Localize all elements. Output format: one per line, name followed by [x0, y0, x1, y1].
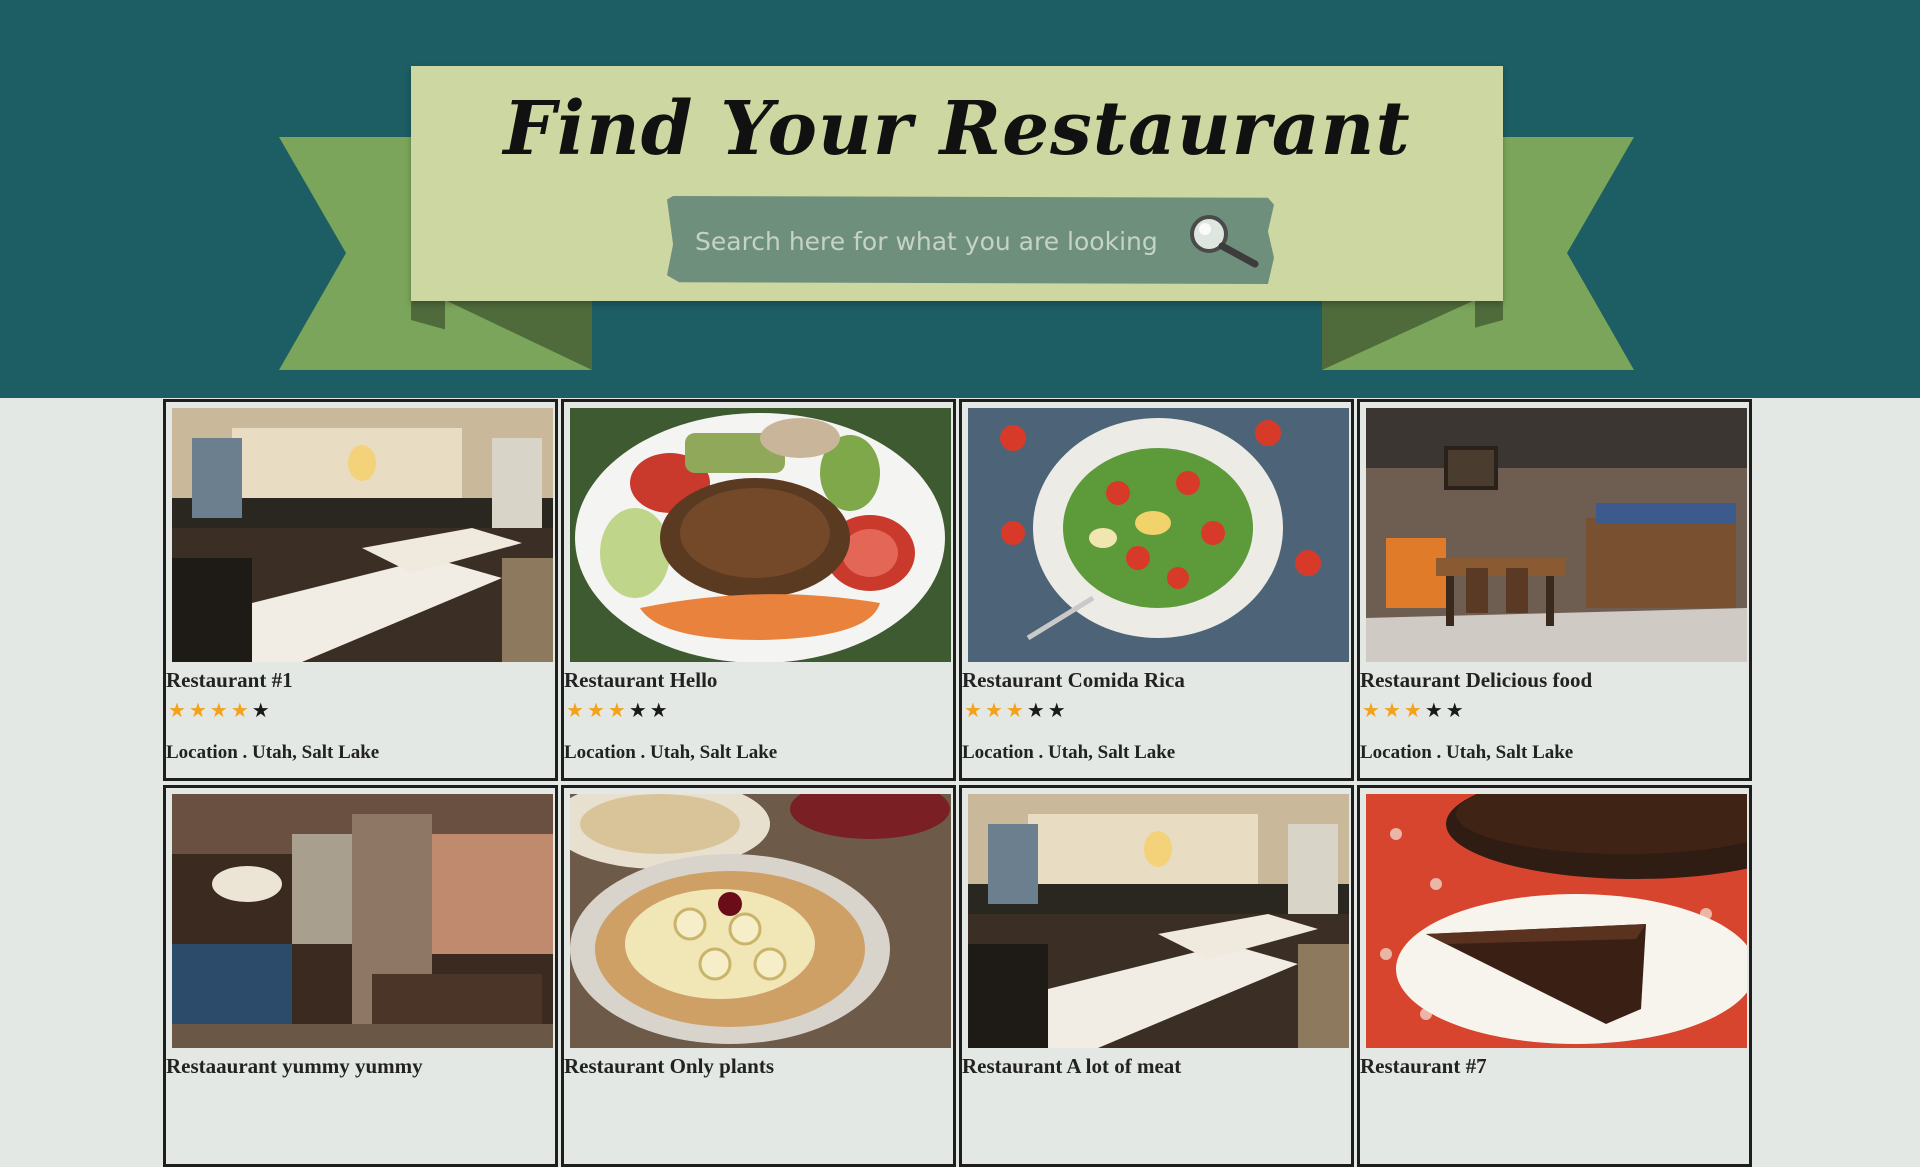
restaurant-interior-photo[interactable] [172, 408, 553, 662]
restaurant-grid: Restaurant #1 ★★★★★ Location . Utah, Salt … [163, 399, 1757, 1167]
restaurant-card[interactable]: Restaaurant yummy yummy [163, 785, 558, 1167]
restaurant-name[interactable]: Restaurant A lot of meat [962, 1054, 1181, 1079]
search-bar[interactable] [667, 196, 1274, 284]
salad-plate-photo[interactable] [968, 408, 1349, 662]
star-icon: ★ [1424, 698, 1446, 722]
restaurant-location: Location . Utah, Salt Lake [1360, 742, 1574, 763]
restaurant-location: Location . Utah, Salt Lake [564, 742, 778, 763]
chocolate-pie-photo[interactable] [1366, 794, 1747, 1048]
star-icon: ★ [1382, 698, 1404, 722]
restaurant-interior-photo[interactable] [968, 794, 1349, 1048]
industrial-restaurant-photo[interactable] [1366, 408, 1747, 662]
star-icon: ★ [628, 698, 650, 722]
restaurant-name[interactable]: Restaurant Comida Rica [962, 668, 1185, 693]
restaurant-name[interactable]: Restaurant #7 [1360, 1054, 1487, 1079]
restaurant-card[interactable]: Restaurant #7 [1357, 785, 1752, 1167]
star-icon: ★ [1005, 698, 1027, 722]
star-icon: ★ [1362, 698, 1383, 722]
star-icon: ★ [188, 698, 210, 722]
star-rating: ★★★★★ [168, 698, 273, 722]
star-icon: ★ [1047, 698, 1069, 722]
restaurant-card[interactable]: Restaurant Only plants [561, 785, 956, 1167]
banana-dessert-photo[interactable] [570, 794, 951, 1048]
header: Find Your Restaurant now [0, 0, 1920, 398]
restaurant-name[interactable]: Restaurant #1 [166, 668, 293, 693]
restaurant-name[interactable]: Restaurant Only plants [564, 1054, 774, 1079]
restaurant-card[interactable]: Restaurant #1 ★★★★★ Location . Utah, Salt … [163, 399, 558, 781]
restaurant-card[interactable]: Restaurant Comida Rica ★★★★★ Location . Ut… [959, 399, 1354, 781]
star-icon: ★ [586, 698, 608, 722]
star-icon: ★ [566, 698, 587, 722]
star-icon: ★ [209, 698, 231, 722]
star-icon: ★ [607, 698, 629, 722]
star-icon: ★ [649, 698, 671, 722]
star-icon: ★ [251, 698, 273, 722]
restaurant-name[interactable]: Restaaurant yummy yummy [166, 1054, 423, 1079]
search-icon[interactable] [1187, 212, 1262, 268]
restaurant-card[interactable]: Restaurant Delicious food ★★★★★ Location .… [1357, 399, 1752, 781]
restaurant-name[interactable]: Restaurant Hello [564, 668, 717, 693]
star-icon: ★ [984, 698, 1006, 722]
star-icon: ★ [1026, 698, 1048, 722]
star-icon: ★ [168, 698, 189, 722]
restaurant-location: Location . Utah, Salt Lake [962, 742, 1176, 763]
title-banner: Find Your Restaurant now [411, 66, 1503, 301]
restaurant-location: Location . Utah, Salt Lake [166, 742, 380, 763]
star-rating: ★★★★★ [566, 698, 671, 722]
restaurant-card[interactable]: Restaurant Hello ★★★★★ Location . Utah, Sa… [561, 399, 956, 781]
grilled-meat-plate-photo[interactable] [570, 408, 951, 662]
star-rating: ★★★★★ [964, 698, 1069, 722]
star-rating: ★★★★★ [1362, 698, 1467, 722]
search-input[interactable] [693, 220, 1167, 262]
star-icon: ★ [964, 698, 985, 722]
restaurant-card[interactable]: Restaurant A lot of meat [959, 785, 1354, 1167]
star-icon: ★ [1445, 698, 1467, 722]
star-icon: ★ [230, 698, 252, 722]
star-icon: ★ [1403, 698, 1425, 722]
restaurant-name[interactable]: Restaurant Delicious food [1360, 668, 1592, 693]
dining-room-photo[interactable] [172, 794, 553, 1048]
